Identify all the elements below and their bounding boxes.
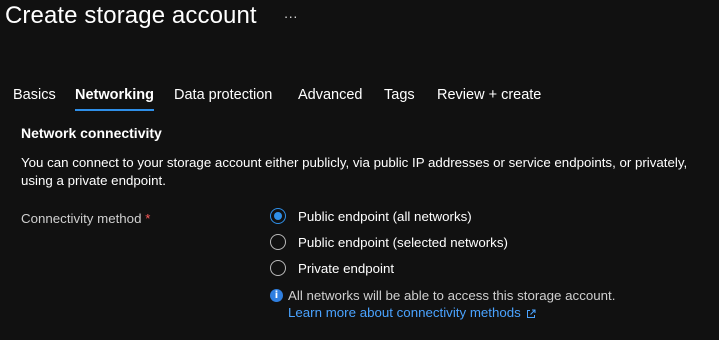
radio-label: Private endpoint xyxy=(298,260,395,276)
title-row: Create storage account ··· xyxy=(5,2,301,30)
tab-tags[interactable]: Tags xyxy=(384,87,415,103)
tab-networking[interactable]: Networking xyxy=(75,87,154,111)
create-storage-account-page: Create storage account ··· Basics Networ… xyxy=(0,0,719,340)
tab-basics[interactable]: Basics xyxy=(13,87,56,103)
required-marker: * xyxy=(145,211,151,226)
radio-label: Public endpoint (all networks) xyxy=(298,208,472,224)
info-icon: i xyxy=(270,289,283,302)
learn-more-link-text: Learn more about connectivity methods xyxy=(288,305,521,320)
radio-selected-icon xyxy=(270,208,286,224)
radio-label: Public endpoint (selected networks) xyxy=(298,234,508,250)
learn-more-link[interactable]: Learn more about connectivity methods xyxy=(288,304,536,321)
section-title: Network connectivity xyxy=(21,125,162,141)
tab-bar: Basics Networking Data protection Advanc… xyxy=(0,84,719,114)
connectivity-method-label: Connectivity method * xyxy=(21,211,150,226)
more-options-button[interactable]: ··· xyxy=(281,6,301,26)
radio-unselected-icon xyxy=(270,234,286,250)
radio-public-selected-networks[interactable]: Public endpoint (selected networks) xyxy=(270,231,508,253)
radio-unselected-icon xyxy=(270,260,286,276)
info-message: i All networks will be able to access th… xyxy=(270,287,615,304)
radio-private-endpoint[interactable]: Private endpoint xyxy=(270,257,394,279)
info-text: All networks will be able to access this… xyxy=(288,288,616,303)
tab-advanced[interactable]: Advanced xyxy=(298,87,363,103)
more-ellipsis-icon: ··· xyxy=(283,8,298,24)
external-link-icon xyxy=(526,309,536,318)
active-tab-indicator xyxy=(75,109,154,111)
tab-networking-label: Networking xyxy=(75,87,154,103)
page-title: Create storage account xyxy=(5,2,257,29)
radio-dot xyxy=(274,212,282,220)
section-description: You can connect to your storage account … xyxy=(21,155,688,188)
tab-review-create[interactable]: Review + create xyxy=(437,87,541,103)
radio-public-all-networks[interactable]: Public endpoint (all networks) xyxy=(270,205,472,227)
connectivity-info: i All networks will be able to access th… xyxy=(270,287,615,321)
tab-data-protection[interactable]: Data protection xyxy=(174,87,272,103)
connectivity-method-label-text: Connectivity method xyxy=(21,211,142,226)
